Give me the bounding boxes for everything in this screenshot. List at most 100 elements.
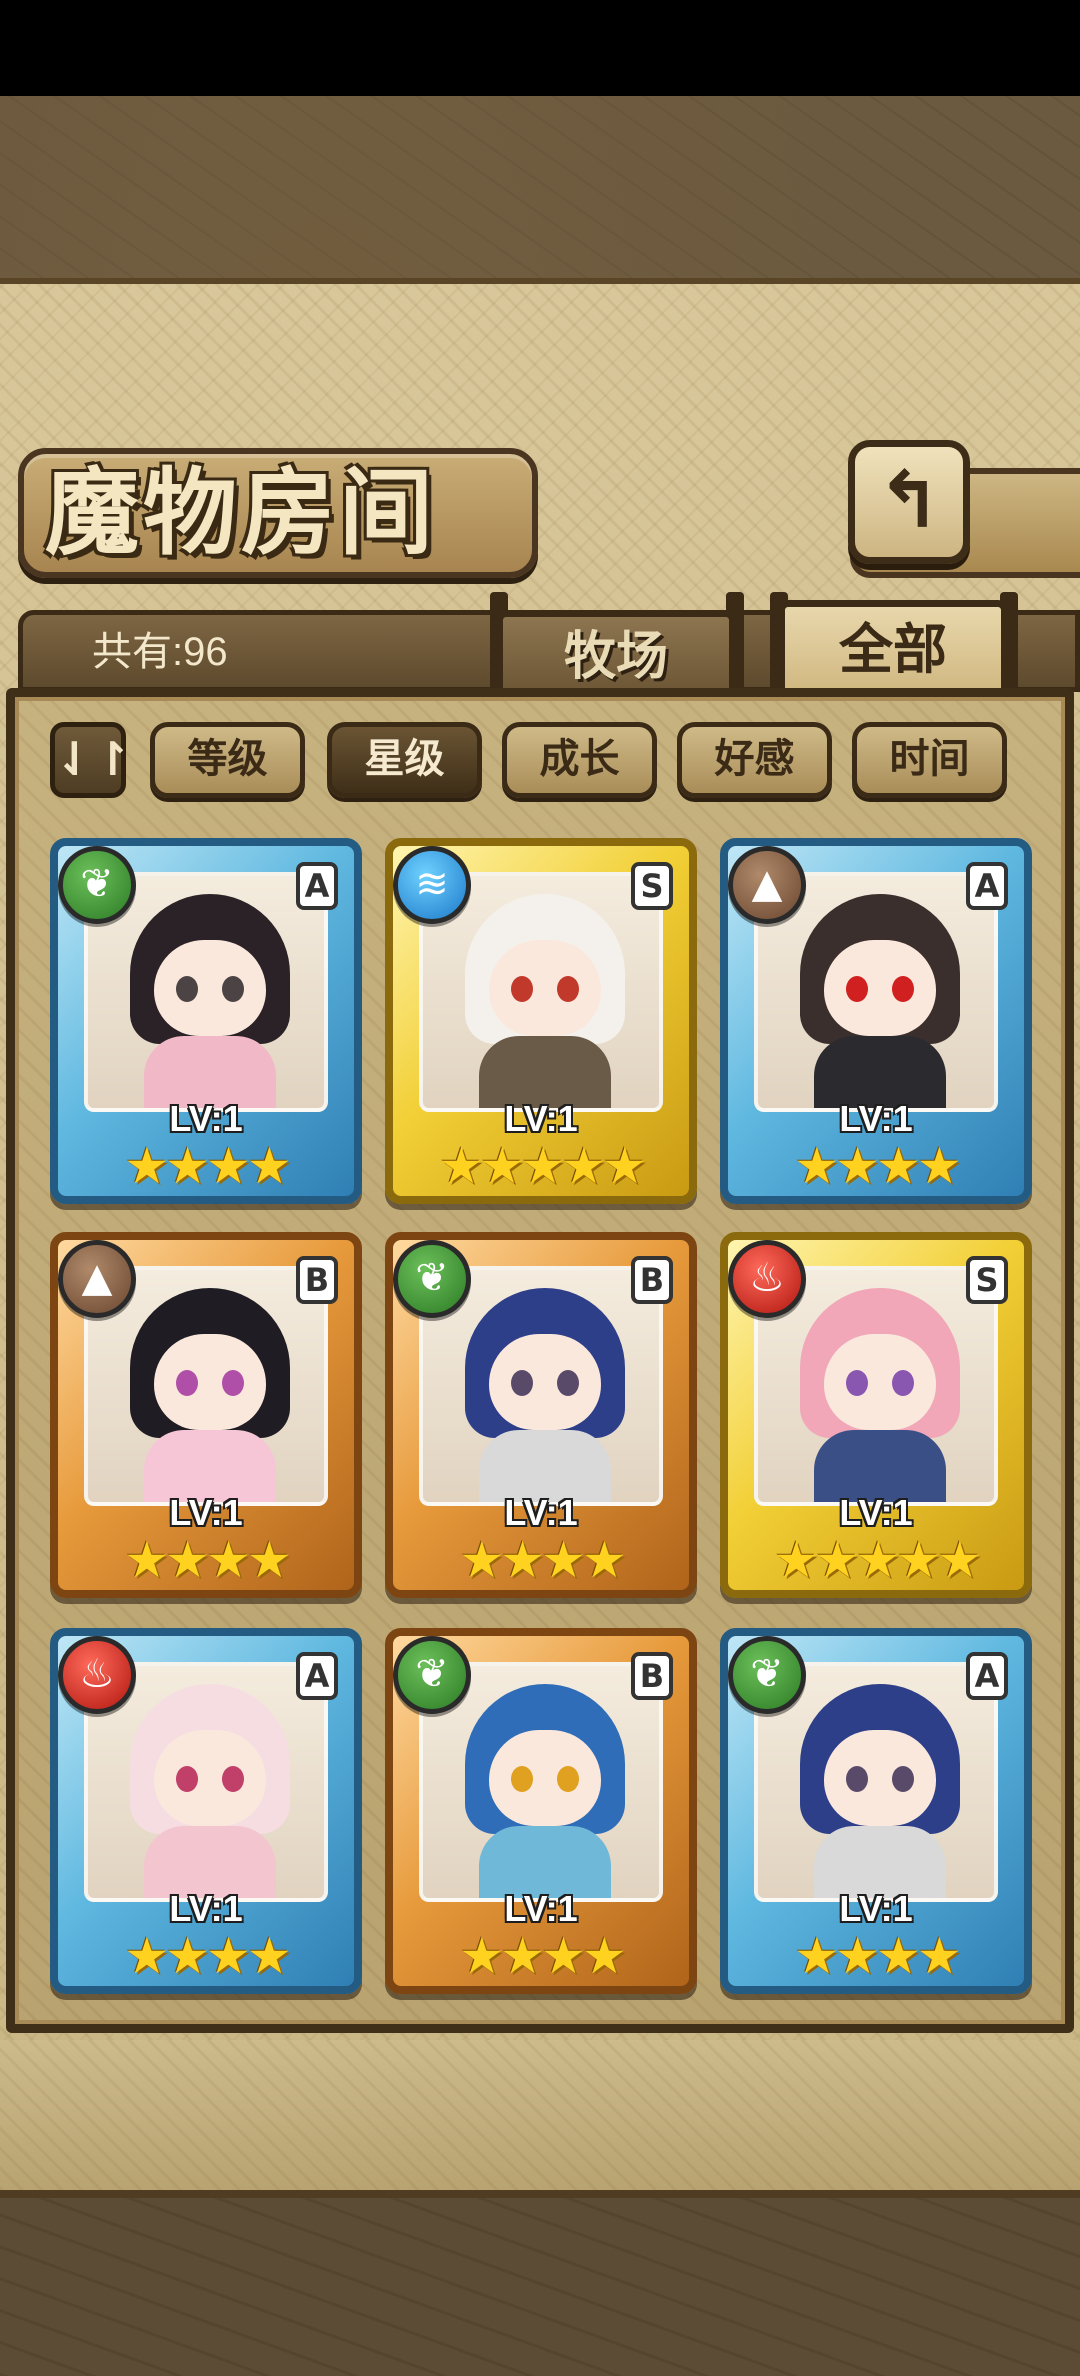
portrait-eye: [557, 976, 579, 1002]
star-icon: ★: [246, 1531, 292, 1589]
sort-direction-icon: ⇃↾: [55, 732, 133, 786]
star-icon: ★: [876, 1137, 921, 1195]
portrait-eye: [176, 1370, 198, 1396]
star-icon: ★: [459, 1531, 504, 1589]
portrait-face: [154, 1730, 266, 1826]
star-rating: ★★★★★: [419, 1140, 663, 1192]
leaf-element-icon: ❦: [728, 1636, 806, 1714]
star-icon: ★: [835, 1137, 880, 1195]
star-rating: ★★★★: [754, 1140, 998, 1192]
status-bar: [0, 0, 1080, 96]
sort-time-button[interactable]: 时间: [852, 722, 1007, 798]
star-rating: ★★★★: [419, 1930, 663, 1982]
star-icon: ★: [814, 1531, 860, 1589]
star-icon: ★: [916, 1927, 962, 1985]
sort-star-button[interactable]: 星级: [327, 722, 482, 798]
portrait-eye: [511, 1370, 533, 1396]
back-button[interactable]: ↰: [848, 440, 970, 564]
star-icon: ★: [581, 1927, 627, 1985]
monster-level: LV:1: [504, 1492, 578, 1533]
portrait-eye: [176, 976, 198, 1002]
star-icon: ★: [165, 1927, 210, 1985]
monster-card[interactable]: ♨ A LV:1 ★★★★: [50, 1628, 362, 1994]
star-icon: ★: [165, 1137, 210, 1195]
portrait-eye: [176, 1766, 198, 1792]
star-icon: ★: [165, 1531, 210, 1589]
star-icon: ★: [246, 1137, 292, 1195]
monster-count: 共有:96: [92, 630, 228, 674]
star-rating: ★★★★: [84, 1930, 328, 1982]
star-icon: ★: [541, 1531, 586, 1589]
portrait-eye: [511, 976, 533, 1002]
rarity-badge: S: [966, 1256, 1008, 1304]
star-icon: ★: [206, 1137, 251, 1195]
page-title: 魔物房间: [45, 458, 438, 568]
rarity-badge: S: [631, 862, 673, 910]
portrait-face: [154, 1334, 266, 1430]
star-icon: ★: [246, 1927, 292, 1985]
portrait-eye: [222, 976, 244, 1002]
sort-affection-button[interactable]: 好感: [677, 722, 832, 798]
monster-card[interactable]: ❦ A LV:1 ★★★★: [720, 1628, 1032, 1994]
leaf-element-icon: ❦: [393, 1240, 471, 1318]
star-icon: ★: [937, 1531, 982, 1589]
rarity-badge: A: [296, 1652, 338, 1700]
star-rating: ★★★★: [754, 1930, 998, 1982]
star-icon: ★: [124, 1927, 169, 1985]
water-element-icon: ≋: [393, 846, 471, 924]
star-icon: ★: [835, 1927, 880, 1985]
star-icon: ★: [206, 1531, 251, 1589]
fire-element-icon: ♨: [58, 1636, 136, 1714]
leaf-element-icon: ❦: [58, 846, 136, 924]
sort-level-button[interactable]: 等级: [150, 722, 305, 798]
sort-growth-button[interactable]: 成长: [502, 722, 657, 798]
monster-level: LV:1: [169, 1098, 243, 1139]
portrait-eye: [222, 1766, 244, 1792]
monster-level: LV:1: [839, 1492, 913, 1533]
portrait-face: [154, 940, 266, 1036]
star-icon: ★: [124, 1531, 169, 1589]
star-icon: ★: [124, 1137, 169, 1195]
star-icon: ★: [206, 1927, 251, 1985]
star-icon: ★: [438, 1137, 484, 1195]
star-icon: ★: [773, 1531, 819, 1589]
monster-level: LV:1: [504, 1098, 578, 1139]
portrait-eye: [557, 1766, 579, 1792]
leaf-element-icon: ❦: [393, 1636, 471, 1714]
star-icon: ★: [855, 1531, 901, 1589]
monster-card[interactable]: ▲ B LV:1 ★★★★: [50, 1232, 362, 1598]
star-icon: ★: [876, 1927, 921, 1985]
portrait-eye: [846, 1370, 868, 1396]
tab-ranch[interactable]: 牧场: [496, 610, 736, 692]
monster-card[interactable]: ❦ B LV:1 ★★★★: [385, 1628, 697, 1994]
portrait-eye: [222, 1370, 244, 1396]
star-icon: ★: [916, 1137, 962, 1195]
star-icon: ★: [602, 1137, 647, 1195]
rarity-badge: B: [631, 1256, 673, 1304]
sort-order-toggle[interactable]: ⇃↾: [50, 722, 132, 798]
monster-card[interactable]: ≋ S LV:1 ★★★★★: [385, 838, 697, 1204]
earth-element-icon: ▲: [58, 1240, 136, 1318]
star-icon: ★: [896, 1531, 941, 1589]
star-rating: ★★★★: [84, 1140, 328, 1192]
star-icon: ★: [459, 1927, 504, 1985]
star-icon: ★: [500, 1531, 545, 1589]
star-rating: ★★★★: [84, 1534, 328, 1586]
star-icon: ★: [541, 1927, 586, 1985]
portrait-eye: [892, 1766, 914, 1792]
star-icon: ★: [520, 1137, 566, 1195]
portrait-face: [824, 1334, 936, 1430]
bottom-strip: [0, 2040, 1080, 2190]
monster-level: LV:1: [169, 1888, 243, 1929]
monster-card[interactable]: ♨ S LV:1 ★★★★★: [720, 1232, 1032, 1598]
monster-card[interactable]: ❦ A LV:1 ★★★★: [50, 838, 362, 1204]
star-icon: ★: [794, 1137, 839, 1195]
fire-element-icon: ♨: [728, 1240, 806, 1318]
star-icon: ★: [794, 1927, 839, 1985]
monster-level: LV:1: [504, 1888, 578, 1929]
star-rating: ★★★★★: [754, 1534, 998, 1586]
monster-card[interactable]: ▲ A LV:1 ★★★★: [720, 838, 1032, 1204]
portrait-face: [489, 1730, 601, 1826]
monster-card[interactable]: ❦ B LV:1 ★★★★: [385, 1232, 697, 1598]
portrait-face: [489, 1334, 601, 1430]
